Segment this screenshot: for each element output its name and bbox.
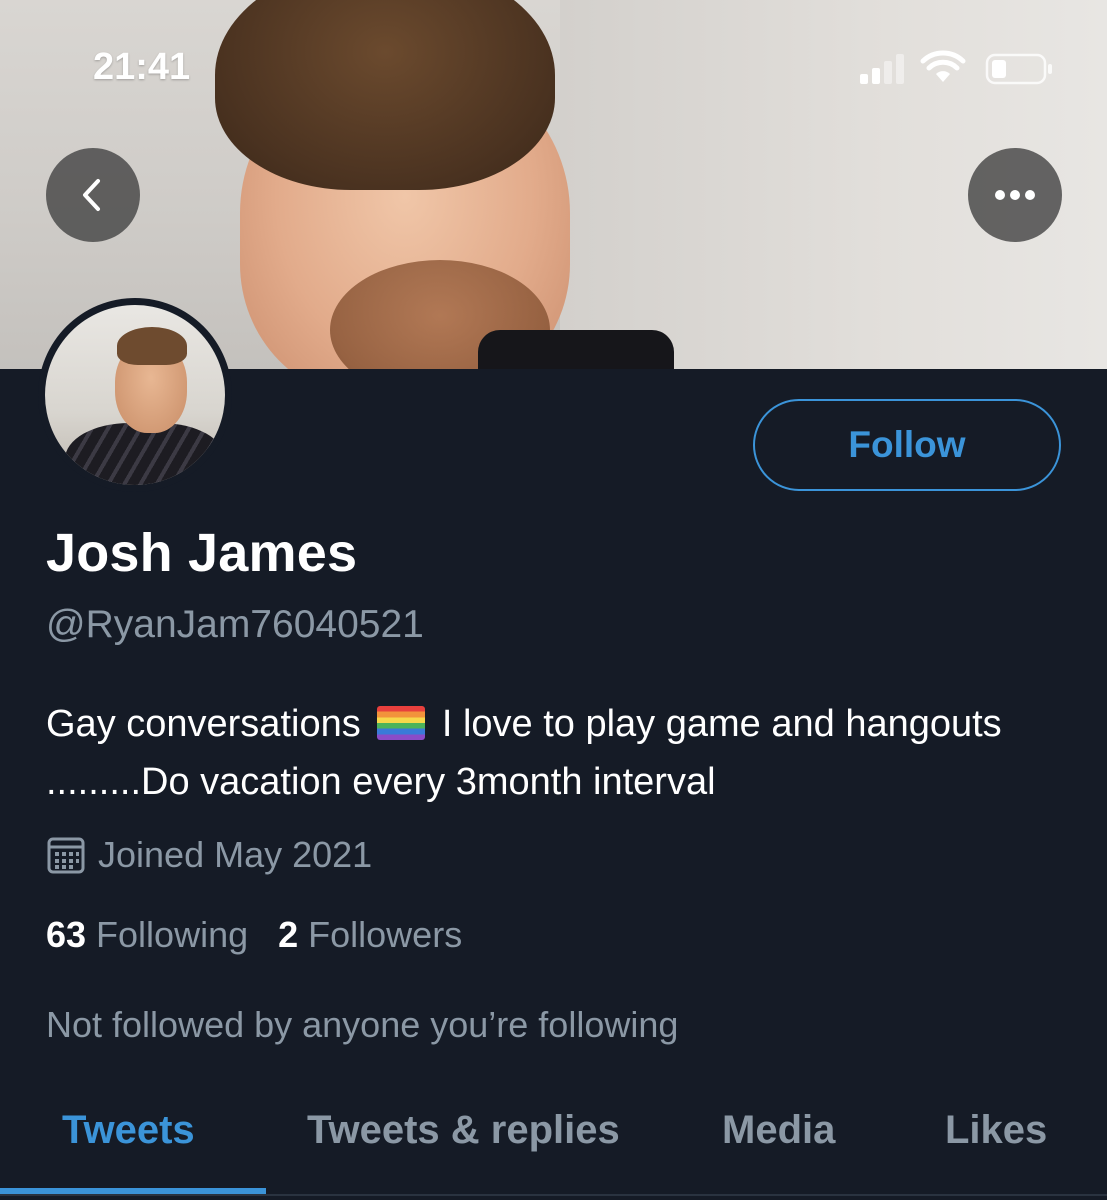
profile-tabs: Tweets Tweets & replies Media Likes	[0, 1078, 1107, 1200]
tab-tweets-and-replies[interactable]: Tweets & replies	[307, 1108, 620, 1153]
ellipsis-icon	[995, 190, 1035, 200]
avatar[interactable]	[38, 298, 232, 492]
bio-text-part1: Gay conversations	[46, 703, 361, 745]
chevron-left-icon	[83, 179, 100, 211]
cellular-signal-icon	[860, 54, 904, 84]
wifi-icon	[920, 50, 966, 82]
followers-label: Followers	[308, 914, 463, 955]
tab-media[interactable]: Media	[722, 1108, 835, 1153]
banner-phone	[478, 330, 674, 369]
profile-handle: @RyanJam76040521	[46, 603, 424, 646]
profile-bio: Gay conversations I love to play game an…	[46, 695, 1066, 811]
mutual-followers-note: Not followed by anyone you’re following	[46, 1004, 679, 1045]
status-time: 21:41	[93, 46, 191, 88]
battery-icon	[985, 53, 1052, 85]
follow-button[interactable]: Follow	[753, 399, 1061, 491]
following-label: Following	[96, 914, 249, 955]
avatar-image	[45, 305, 225, 485]
calendar-icon	[47, 837, 85, 874]
avatar-hair	[117, 327, 187, 365]
banner-hair	[215, 0, 555, 190]
joined-date-row: Joined May 2021	[46, 834, 372, 876]
following-link[interactable]: 63 Following	[46, 914, 278, 956]
following-count: 63	[46, 914, 87, 955]
profile-name: Josh James	[46, 523, 358, 583]
status-icons	[858, 50, 1058, 90]
rainbow-flag-icon	[377, 706, 426, 740]
tab-likes[interactable]: Likes	[945, 1108, 1047, 1153]
followers-link[interactable]: 2 Followers	[278, 914, 492, 956]
more-options-button[interactable]	[968, 148, 1062, 242]
follow-stats: 63 Following 2 Followers	[46, 914, 492, 956]
back-button[interactable]	[46, 148, 140, 242]
joined-date: Joined May 2021	[98, 834, 373, 875]
followers-count: 2	[278, 914, 299, 955]
tab-tweets[interactable]: Tweets	[62, 1108, 195, 1153]
tabs-divider	[0, 1194, 1107, 1196]
